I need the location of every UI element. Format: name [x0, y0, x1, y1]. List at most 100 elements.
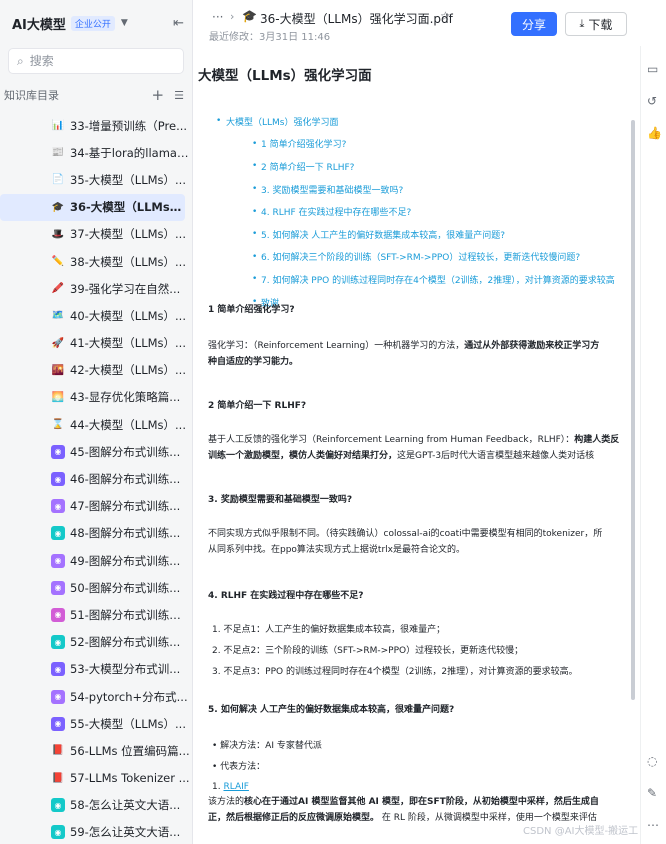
s5-bold: 核心在于通过AI 模型监督其他 AI 模型，即在SFT阶段，从初始模型中采样，然… [244, 797, 599, 807]
share-button[interactable]: 分享 [511, 12, 557, 36]
sidebar-item[interactable]: ✏️ 38-大模型（LLMs）... [0, 248, 192, 275]
download-button[interactable]: ⤓ 下载 [565, 12, 627, 36]
chevron-down-icon[interactable]: ▼ [121, 18, 128, 28]
feedback-icon[interactable]: ✎ [647, 786, 657, 800]
section-5-list: • 解决方法：AI 专家替代派 • 代表方法： [212, 734, 322, 776]
sidebar-item-label: 37-大模型（LLMs）... [70, 227, 186, 242]
sidebar-item[interactable]: 🌅 43-显存优化策略篇... [0, 384, 192, 411]
add-icon[interactable]: + [152, 86, 165, 104]
toc-item[interactable]: 6. 如何解决三个阶段的训练（SFT->RM->PPO）过程较长，更新迭代较慢问… [216, 246, 638, 269]
doc-icon: 📊 [51, 120, 65, 132]
toc-item[interactable]: 4. RLHF 在实践过程中存在哪些不足? [216, 200, 638, 223]
section-1-paragraph: 强化学习：（Reinforcement Learning）一种机器学习的方法，通… [208, 338, 599, 370]
sidebar-item-label: 55-大模型（LLMs）... [70, 716, 186, 731]
sidebar-item[interactable]: 📄 35-大模型（LLMs）... [0, 166, 192, 193]
toc-item[interactable]: 大模型（LLMs）强化学习面 [216, 110, 638, 133]
more-icon[interactable]: ··· [212, 10, 223, 24]
doc-icon: ◉ [51, 444, 65, 459]
sidebar-item[interactable]: ◉ 45-图解分布式训练... [0, 438, 192, 465]
sidebar-item-label: 47-图解分布式训练... [70, 499, 181, 514]
sidebar-item[interactable]: ◉ 55-大模型（LLMs）... [0, 710, 192, 737]
sidebar-item[interactable]: ◉ 46-图解分布式训练... [0, 465, 192, 492]
doc-icon: 🚀 [51, 337, 65, 349]
doc-icon: 📄 [51, 174, 65, 186]
sidebar-item[interactable]: 🖍️ 39-强化学习在自然... [0, 275, 192, 302]
knowledge-base-section: 知识库目录 + ☰ [0, 78, 192, 112]
list-item: • 代表方法： [212, 762, 266, 772]
sidebar-item-label: 34-基于lora的llama2... [70, 145, 190, 160]
sidebar-item[interactable]: ◉ 49-图解分布式训练... [0, 547, 192, 574]
sidebar-item[interactable]: ◉ 51-图解分布式训练（... [0, 601, 192, 628]
sidebar-item[interactable]: ◉ 54-pytorch+分布式... [0, 683, 192, 710]
s1-text: 强化学习：（Reinforcement Learning）一种机器学习的方法， [208, 341, 465, 351]
sidebar-item-label: 54-pytorch+分布式... [70, 689, 188, 704]
sidebar-item[interactable]: ◉ 58-怎么让英文大语... [0, 792, 192, 819]
doc-icon: ◉ [51, 798, 65, 813]
doc-icon: ◉ [51, 825, 65, 840]
s2-text: 基于人工反馈的强化学习（Reinforcement Learning from … [208, 435, 575, 445]
table-of-contents: 大模型（LLMs）强化学习面1 简单介绍强化学习?2 简单介绍一下 RLHF?3… [216, 110, 638, 313]
doc-viewer[interactable]: 大模型（LLMs）强化学习面 大模型（LLMs）强化学习面1 简单介绍强化学习?… [194, 46, 638, 844]
s2-text-2: 这是GPT-3后时代大语言模型越来越像人类对话核 [397, 451, 595, 461]
doc-icon: ◉ [51, 607, 65, 622]
sidebar-item-label: 52-图解分布式训练... [70, 635, 181, 650]
toc-item[interactable]: 2 简单介绍一下 RLHF? [216, 155, 638, 178]
s1-bold: 通过从外部获得激励来校正学习方 [464, 341, 600, 351]
sidebar-item[interactable]: ◉ 53-大模型分布式训... [0, 656, 192, 683]
sidebar-item[interactable]: ◉ 47-图解分布式训练... [0, 493, 192, 520]
sidebar-item[interactable]: 📊 33-增量预训练（Pre... [0, 112, 192, 139]
s5-bold-2: 正，然后根据修正后的反应微调原始模型。 [208, 813, 380, 823]
sidebar-item[interactable]: 🗺️ 40-大模型（LLMs）... [0, 302, 192, 329]
doc-icon: ◉ [51, 635, 65, 650]
sidebar-item[interactable]: 🚀 41-大模型（LLMs）... [0, 330, 192, 357]
search-box[interactable]: ⌕ [8, 48, 184, 74]
rlaif-link[interactable]: RLAIF [223, 782, 248, 792]
doc-filename[interactable]: 36-大模型（LLMs）强化学习面.pdf [260, 10, 453, 27]
doc-icon: 📰 [51, 147, 65, 159]
toc-item[interactable]: 7. 如何解决 PPO 的训练过程同时存在4个模型（2训练，2推理），对计算资源… [216, 268, 638, 291]
list-item: 3. 不足点3：PPO 的训练过程同时存在4个模型（2训练，2推理），对计算资源… [212, 667, 578, 677]
doc-icon: ◉ [51, 472, 65, 487]
sidebar-item[interactable]: 📕 57-LLMs Tokenizer ... [0, 765, 192, 792]
doc-icon: 🌇 [51, 364, 65, 376]
s5-text: 该方法的 [208, 797, 245, 807]
section-heading-5: 5. 如何解决 人工产生的偏好数据集成本较高，很难量产问题? [208, 705, 455, 715]
section-heading-3: 3. 奖励模型需要和基础模型一致吗? [208, 495, 353, 505]
section-heading-1: 1 简单介绍强化学习? [208, 305, 295, 315]
sidebar-item-label: 53-大模型分布式训... [70, 662, 181, 677]
collapse-sidebar-icon[interactable]: ⇤ [173, 16, 184, 31]
like-icon[interactable]: 👍 [647, 126, 662, 140]
sidebar-item[interactable]: 🎩 37-大模型（LLMs）... [0, 221, 192, 248]
doc-title: 大模型（LLMs）强化学习面 [198, 68, 372, 84]
comment-icon[interactable]: ▭ [647, 62, 658, 76]
sidebar-item[interactable]: 🌇 42-大模型（LLMs）... [0, 357, 192, 384]
help-icon[interactable]: ◌ [647, 754, 657, 768]
toc-item[interactable]: 1 简单介绍强化学习? [216, 133, 638, 156]
scrollbar[interactable] [631, 120, 635, 700]
search-input[interactable] [29, 54, 170, 68]
sidebar-item-label: 42-大模型（LLMs）... [70, 363, 186, 378]
sidebar-item[interactable]: ◉ 50-图解分布式训练... [0, 574, 192, 601]
sidebar-item-label: 40-大模型（LLMs）... [70, 308, 186, 323]
sidebar-item[interactable]: ⌛ 44-大模型（LLMs）... [0, 411, 192, 438]
sidebar-item[interactable]: 🎓 36-大模型（LLMs）... [0, 193, 185, 221]
history-icon[interactable]: ↺ [647, 94, 657, 108]
list-options-icon[interactable]: ☰ [174, 89, 184, 102]
sidebar-item-label: 59-怎么让英文大语... [70, 825, 181, 840]
sidebar-item[interactable]: ◉ 48-图解分布式训练... [0, 520, 192, 547]
watermark: CSDN @AI大模型-搬运工 [523, 826, 639, 837]
toc-item[interactable]: 3. 奖励模型需要和基础模型一致吗? [216, 178, 638, 201]
doc-icon: ⌛ [51, 419, 65, 431]
s3-text: 不同实现方式似乎限制不同。（待实践确认）colossal-ai的coati中需要… [208, 529, 603, 539]
more-options-icon[interactable]: ⋯ [647, 818, 659, 832]
toc-item[interactable]: 5. 如何解决 人工产生的偏好数据集成本较高，很难量产问题? [216, 223, 638, 246]
sidebar-item[interactable]: 📰 34-基于lora的llama2... [0, 139, 192, 166]
star-icon[interactable]: ☆ [440, 9, 451, 23]
sidebar-item[interactable]: ◉ 59-怎么让英文大语... [0, 819, 192, 844]
list-item: 1. 不足点1：人工产生的偏好数据集成本较高，很难量产； [212, 625, 446, 635]
workspace-title[interactable]: AI大模型 [12, 14, 66, 33]
doc-icon: ◉ [51, 689, 65, 704]
sidebar-item[interactable]: 📕 56-LLMs 位置编码篇... [0, 737, 192, 764]
sidebar-item[interactable]: ◉ 52-图解分布式训练... [0, 629, 192, 656]
doc-icon: ◉ [51, 553, 65, 568]
